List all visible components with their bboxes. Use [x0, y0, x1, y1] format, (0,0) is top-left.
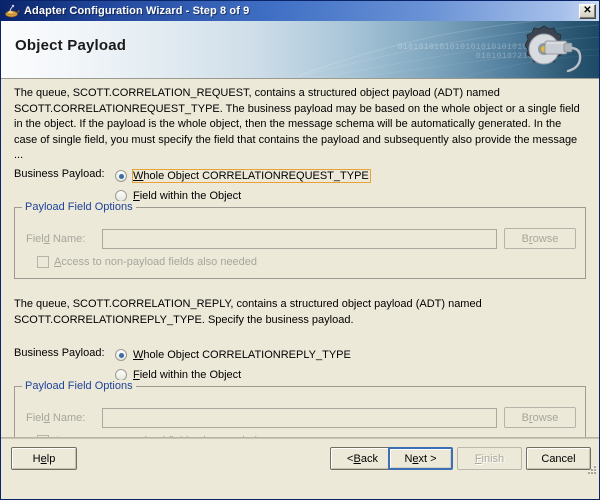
dialog-body: The queue, SCOTT.CORRELATION_REQUEST, co… [1, 79, 599, 478]
help-button[interactable]: He lp [11, 447, 77, 470]
mnemonic-char: F [474, 452, 482, 465]
label-rest: ccess to non-payload fields also needed [61, 256, 258, 268]
reply-field-name-label: Field Name: [26, 412, 102, 424]
label-post: Name: [49, 232, 86, 245]
reply-field-name-row: Field Name: Br owse [26, 407, 576, 428]
mnemonic-char: W [133, 170, 144, 182]
label-pre: N [404, 452, 413, 465]
request-business-payload-label: Business Payload: [14, 168, 105, 180]
label-post: lp [46, 452, 56, 465]
radio-request-whole-object-indicator[interactable] [115, 170, 127, 182]
radio-reply-whole-object[interactable]: Whole Object CORRELATIONREPLY_TYPE [115, 346, 353, 364]
lamp-icon [4, 3, 20, 19]
reply-business-payload-label: Business Payload: [14, 347, 105, 359]
request-access-nonpayload-label: Access to non-payload fields also needed [54, 256, 257, 268]
request-field-name-row: Field Name: Br owse [26, 228, 576, 249]
label-post: owse [532, 411, 559, 424]
radio-reply-field-within-object[interactable]: Field within the Object [115, 366, 353, 384]
request-field-name-label: Field Name: [26, 233, 102, 245]
radio-reply-whole-object-indicator[interactable] [115, 349, 127, 361]
label-post: inish [481, 452, 505, 465]
finish-button: Finish [457, 447, 522, 470]
request-payload-field-options-group: Payload Field Options Field Name: Br owse… [14, 201, 586, 279]
label-rest: hole Object CORRELATIONREQUEST_TYPE [143, 170, 369, 182]
request-access-nonpayload-checkbox-row[interactable]: Access to non-payload fields also needed [37, 256, 257, 268]
radio-request-field-within-object-label: Field within the Object [132, 189, 243, 203]
label-pre: Cancel [541, 452, 576, 465]
radio-request-whole-object[interactable]: Whole Object CORRELATIONREQUEST_TYPE [115, 167, 371, 185]
request-access-nonpayload-checkbox[interactable] [37, 256, 49, 268]
reply-description-paragraph: The queue, SCOTT.CORRELATION_REPLY, cont… [14, 298, 482, 326]
label-rest: hole Object CORRELATIONREPLY_TYPE [143, 349, 351, 361]
back-button[interactable]: < Back [330, 447, 395, 470]
label-post: Name: [49, 411, 86, 424]
mnemonic-char: B [353, 452, 361, 465]
reply-payload-radio-group: Whole Object CORRELATIONREPLY_TYPE Field… [115, 346, 353, 386]
radio-request-whole-object-label: Whole Object CORRELATIONREQUEST_TYPE [132, 169, 371, 183]
radio-reply-field-within-object-label: Field within the Object [132, 368, 243, 382]
title-bar: Adapter Configuration Wizard - Step 8 of… [1, 1, 599, 21]
request-description-paragraph: The queue, SCOTT.CORRELATION_REQUEST, co… [14, 87, 580, 161]
label-rest: ield within the Object [139, 190, 242, 202]
close-icon[interactable]: ✕ [579, 3, 596, 19]
window-title: Adapter Configuration Wizard - Step 8 of… [24, 5, 250, 17]
page-title: Object Payload [15, 37, 127, 54]
request-payload-radio-group: Whole Object CORRELATIONREQUEST_TYPE Fie… [115, 167, 371, 207]
adapter-configuration-wizard-dialog: Adapter Configuration Wizard - Step 8 of… [0, 0, 600, 500]
label-pre: B [521, 232, 529, 245]
label-pre: H [32, 452, 41, 465]
next-button[interactable]: Ne xt > [388, 447, 453, 470]
label-post: ack [360, 452, 378, 465]
wizard-banner: Object Payload 0101010101010101010101010… [1, 21, 599, 79]
resize-grip-icon[interactable] [585, 464, 597, 476]
label-post: xt > [418, 452, 437, 465]
cancel-button[interactable]: Cancel [526, 447, 591, 470]
reply-browse-button[interactable]: Br owse [504, 407, 576, 428]
dialog-button-bar: He lp < Back Ne xt > Finish Cancel [1, 437, 599, 478]
label-pre: Fiel [26, 411, 44, 424]
reply-field-name-input[interactable] [102, 407, 497, 428]
request-browse-button[interactable]: Br owse [504, 228, 576, 249]
radio-request-field-within-object[interactable]: Field within the Object [115, 187, 371, 205]
request-group-inner: Field Name: Br owse Access to non-payload… [15, 208, 585, 278]
label-rest: ield within the Object [139, 369, 242, 381]
label-pre: B [521, 411, 529, 424]
label-pre: Fiel [26, 232, 44, 245]
request-field-name-input[interactable] [102, 228, 497, 249]
label-post: owse [532, 232, 559, 245]
button-bar-separator [1, 437, 599, 438]
gear-plug-icon [501, 21, 593, 78]
radio-reply-whole-object-label: Whole Object CORRELATIONREPLY_TYPE [132, 348, 353, 362]
mnemonic-char: W [133, 349, 144, 361]
